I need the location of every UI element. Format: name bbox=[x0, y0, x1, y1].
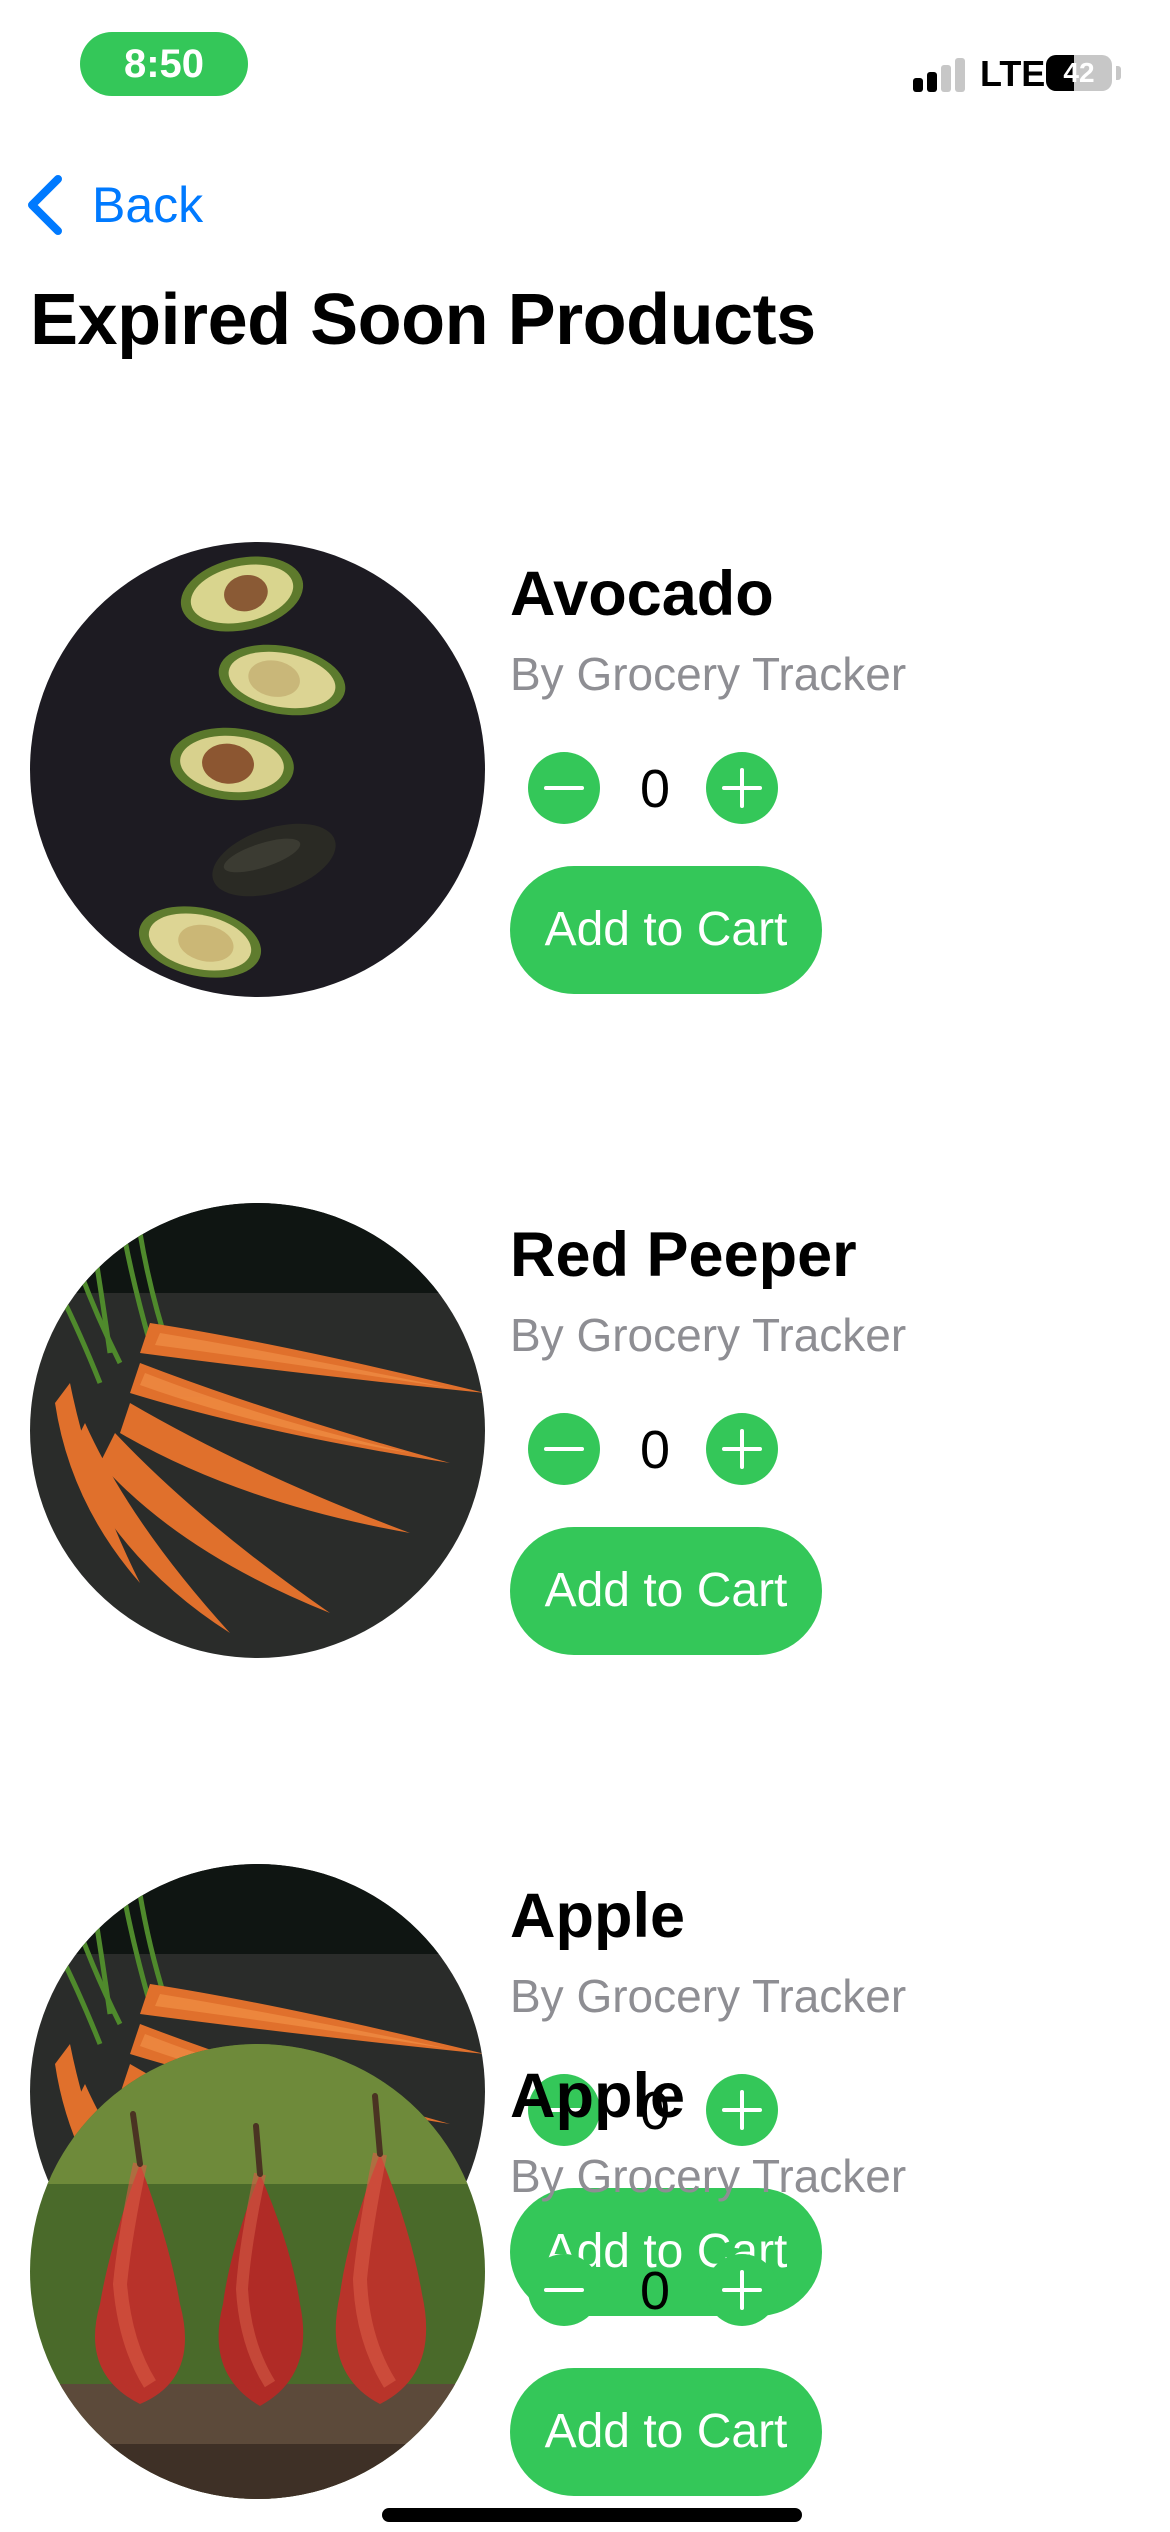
cellular-signal-icon bbox=[913, 56, 967, 92]
add-to-cart-button[interactable]: Add to Cart bbox=[510, 866, 822, 994]
increase-quantity-button[interactable] bbox=[706, 2254, 778, 2326]
battery-icon: 42 bbox=[1046, 55, 1112, 91]
network-type: LTE bbox=[980, 53, 1046, 94]
decrease-quantity-button[interactable] bbox=[528, 752, 600, 824]
plus-circle-icon bbox=[722, 768, 762, 808]
product-image-carrots bbox=[30, 1203, 485, 1658]
add-to-cart-button[interactable]: Add to Cart bbox=[510, 2368, 822, 2496]
battery-cap bbox=[1116, 66, 1121, 80]
product-row: Avocado By Grocery Tracker 0 Add to Cart bbox=[0, 542, 1170, 1002]
product-subtitle: By Grocery Tracker bbox=[510, 1970, 907, 2022]
chevron-left-icon bbox=[28, 175, 62, 235]
carrots-photo bbox=[30, 1203, 485, 1658]
battery-level: 42 bbox=[1063, 57, 1095, 88]
product-subtitle: By Grocery Tracker bbox=[510, 1309, 907, 1361]
back-button[interactable]: Back bbox=[22, 170, 203, 240]
product-name: Apple bbox=[510, 1881, 686, 1951]
product-subtitle: By Grocery Tracker bbox=[510, 648, 907, 700]
avocado-photo bbox=[30, 542, 485, 997]
product-row: Apple By Grocery Tracker 0 Add to Cart bbox=[0, 2044, 1170, 2504]
back-label: Back bbox=[92, 177, 204, 233]
product-subtitle: By Grocery Tracker bbox=[510, 2150, 907, 2202]
decrease-quantity-button[interactable] bbox=[528, 1413, 600, 1485]
plus-circle-icon bbox=[722, 2270, 762, 2310]
product-image-pears bbox=[30, 2044, 485, 2499]
quantity-value: 0 bbox=[639, 759, 671, 819]
add-to-cart-button[interactable]: Add to Cart bbox=[510, 1527, 822, 1655]
product-name: Avocado bbox=[510, 559, 774, 629]
product-name: Apple bbox=[510, 2061, 686, 2131]
pears-photo bbox=[30, 2044, 485, 2499]
minus-circle-icon bbox=[544, 786, 584, 790]
quantity-value: 0 bbox=[639, 1420, 671, 1480]
status-time: 8:50 bbox=[80, 32, 248, 96]
minus-circle-icon bbox=[544, 2288, 584, 2292]
page-title: Expired Soon Products bbox=[30, 280, 816, 360]
increase-quantity-button[interactable] bbox=[706, 752, 778, 824]
quantity-value: 0 bbox=[639, 2261, 671, 2321]
product-image-avocado bbox=[30, 542, 485, 997]
plus-circle-icon bbox=[722, 1429, 762, 1469]
decrease-quantity-button[interactable] bbox=[528, 2254, 600, 2326]
status-bar: 8:50 LTE 42 bbox=[0, 0, 1170, 130]
product-row: Red Peeper By Grocery Tracker 0 Add to C… bbox=[0, 1203, 1170, 1663]
minus-circle-icon bbox=[544, 1447, 584, 1451]
increase-quantity-button[interactable] bbox=[706, 1413, 778, 1485]
product-name: Red Peeper bbox=[510, 1220, 857, 1290]
home-indicator[interactable] bbox=[382, 2508, 802, 2522]
